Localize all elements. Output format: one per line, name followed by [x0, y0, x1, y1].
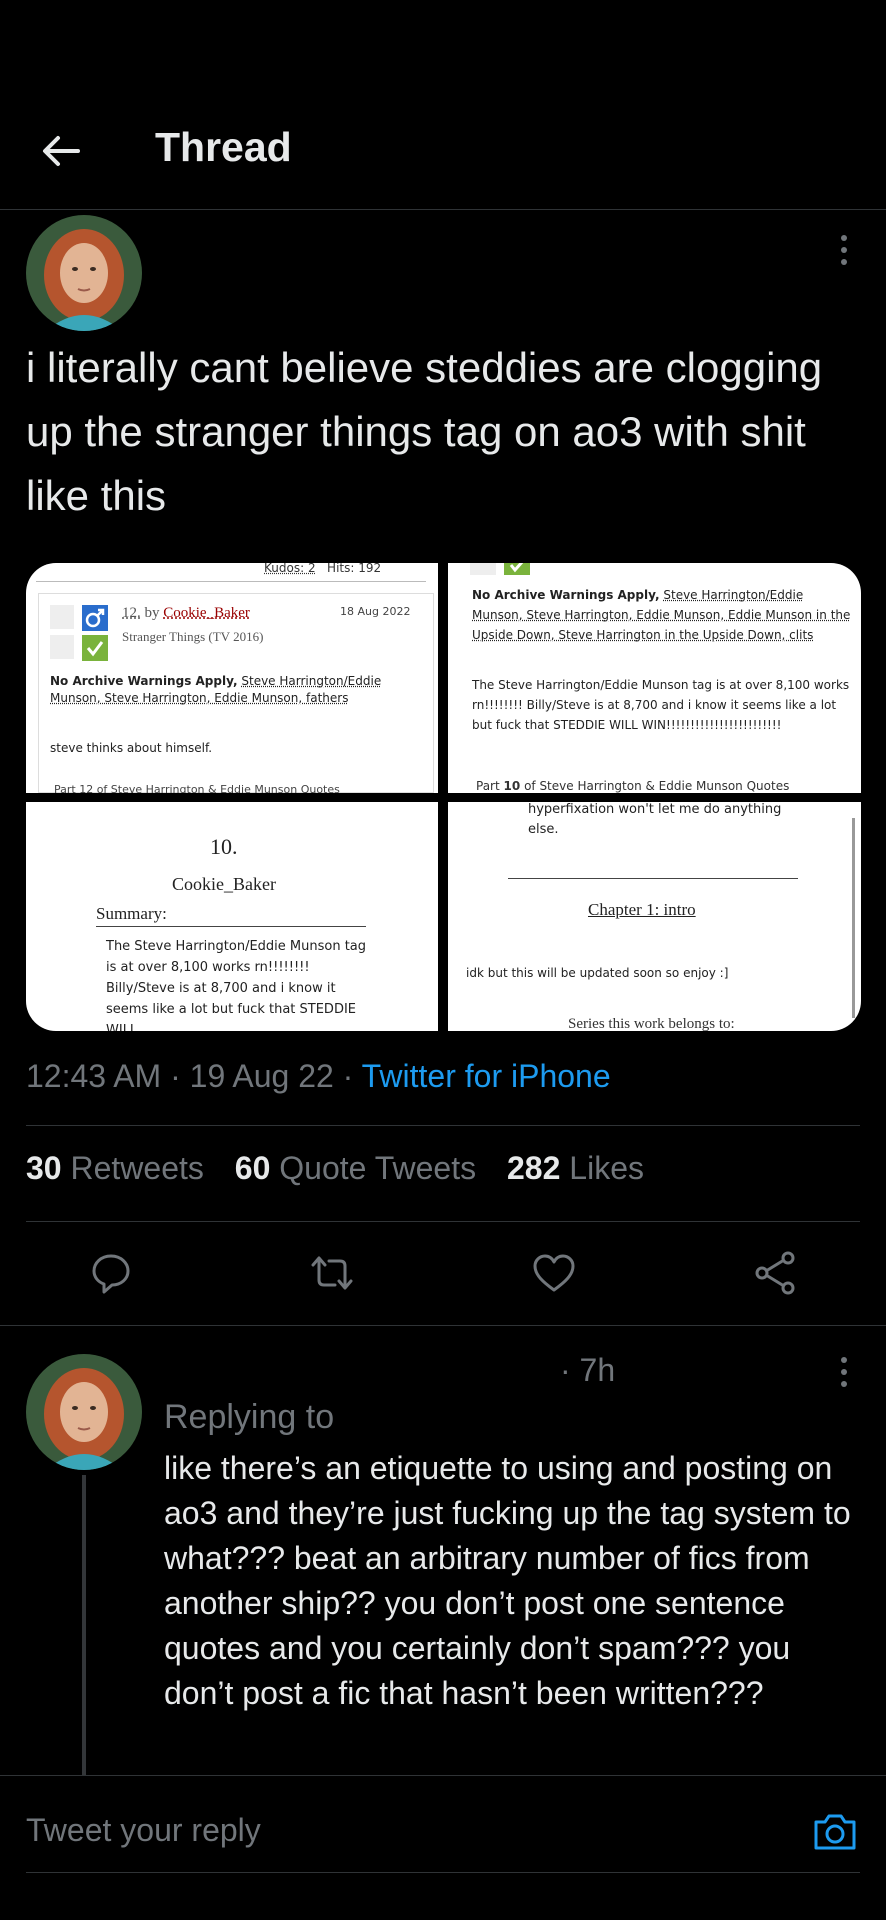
thread-line — [82, 1475, 86, 1775]
work-number: 10. — [210, 834, 238, 859]
tweet-time: 12:43 AM — [26, 1058, 162, 1094]
more-icon[interactable] — [832, 232, 856, 268]
series-heading: Series this work belongs to: — [568, 1016, 735, 1031]
tweet-text: i literally cant believe steddies are cl… — [26, 344, 823, 519]
retweets-count: 30 — [26, 1150, 62, 1186]
warnings-tag: No Archive Warnings Apply, — [472, 588, 660, 602]
camera-icon[interactable] — [812, 1808, 858, 1854]
composer-underline — [26, 1872, 860, 1873]
like-icon[interactable] — [531, 1250, 577, 1296]
kudos-count: Kudos: 2 — [264, 563, 316, 575]
check-icon — [504, 563, 530, 575]
media-grid[interactable]: Kudos: 2 Hits: 192 12. by Cookie_Baker 1… — [26, 563, 861, 1031]
replying-to-label: Replying to — [164, 1398, 335, 1436]
reply-time: · 7h — [560, 1352, 616, 1388]
back-arrow-icon[interactable] — [38, 128, 84, 174]
author-link[interactable]: Cookie_Baker — [163, 605, 250, 621]
divider — [0, 1325, 886, 1326]
likes-count: 282 — [507, 1150, 561, 1186]
series-link[interactable]: Part 12 of Steve Harrington & Eddie Muns… — [54, 783, 340, 793]
chapter-title[interactable]: Chapter 1: intro — [588, 900, 696, 920]
reply-text: like there’s an etiquette to using and p… — [164, 1450, 851, 1711]
media-image-4[interactable]: hyperfixation won't let me do anything e… — [448, 802, 861, 1031]
warnings-tag: No Archive Warnings Apply, — [50, 674, 238, 688]
tweet-stats: 30 Retweets 60 Quote Tweets 282 Likes — [26, 1150, 666, 1187]
quotes-stat[interactable]: 60 Quote Tweets — [235, 1150, 476, 1186]
media-image-2[interactable]: No Archive Warnings Apply, Steve Harring… — [448, 563, 861, 793]
tweet-date: 19 Aug 22 — [189, 1058, 334, 1094]
series-prefix: Part — [476, 779, 500, 793]
series-link[interactable]: Part 10 of Steve Harrington & Eddie Muns… — [476, 779, 789, 793]
divider — [26, 1125, 860, 1126]
work-date: 18 Aug 2022 — [340, 605, 411, 618]
avatar[interactable] — [26, 215, 142, 331]
chapter-note: idk but this will be updated soon so enj… — [466, 966, 729, 980]
check-icon — [82, 635, 108, 661]
summary-text: The Steve Harrington/Eddie Munson tag is… — [472, 678, 850, 732]
author-name[interactable]: Cookie_Baker — [172, 874, 276, 895]
retweets-label: Retweets — [70, 1150, 204, 1186]
quotes-count: 60 — [234, 1150, 271, 1186]
fandom-link[interactable]: Stranger Things (TV 2016) — [122, 629, 263, 645]
page-title: Thread — [155, 124, 292, 170]
series-name: of Steve Harrington & Eddie Munson Quote… — [524, 779, 790, 793]
reply-input[interactable]: Tweet your reply — [26, 1812, 261, 1849]
by-label: by — [144, 605, 160, 621]
reply-avatar[interactable] — [26, 1354, 142, 1470]
hits-count: Hits: 192 — [327, 563, 382, 575]
reply-icon[interactable] — [88, 1250, 134, 1296]
header-bar: Thread — [0, 100, 886, 210]
likes-label: Likes — [569, 1150, 644, 1186]
media-image-1[interactable]: Kudos: 2 Hits: 192 12. by Cookie_Baker 1… — [26, 563, 438, 793]
share-icon[interactable] — [752, 1250, 798, 1296]
retweets-stat[interactable]: 30 Retweets — [26, 1150, 204, 1186]
tweet-source[interactable]: Twitter for iPhone — [362, 1058, 611, 1094]
male-icon — [82, 605, 108, 631]
scrollbar — [852, 818, 855, 1018]
divider — [26, 1221, 860, 1222]
media-image-3[interactable]: 10. Cookie_Baker Summary: The Steve Harr… — [26, 802, 438, 1031]
summary-label: Summary: — [96, 904, 366, 927]
summary-text: steve thinks about himself. — [50, 741, 213, 755]
work-number: 12. — [122, 605, 141, 621]
quotes-label: Quote Tweets — [279, 1150, 477, 1186]
retweet-icon[interactable] — [309, 1250, 355, 1296]
series-number: 10 — [503, 779, 521, 793]
tweet-meta: 12:43 AM · 19 Aug 22 · Twitter for iPhon… — [26, 1058, 611, 1094]
likes-stat[interactable]: 282 Likes — [507, 1150, 644, 1186]
header-text: hyperfixation won't let me do anything e… — [528, 802, 782, 837]
summary-text: The Steve Harrington/Eddie Munson tag is… — [106, 939, 367, 1031]
divider — [0, 1775, 886, 1776]
more-icon[interactable] — [832, 1354, 856, 1390]
